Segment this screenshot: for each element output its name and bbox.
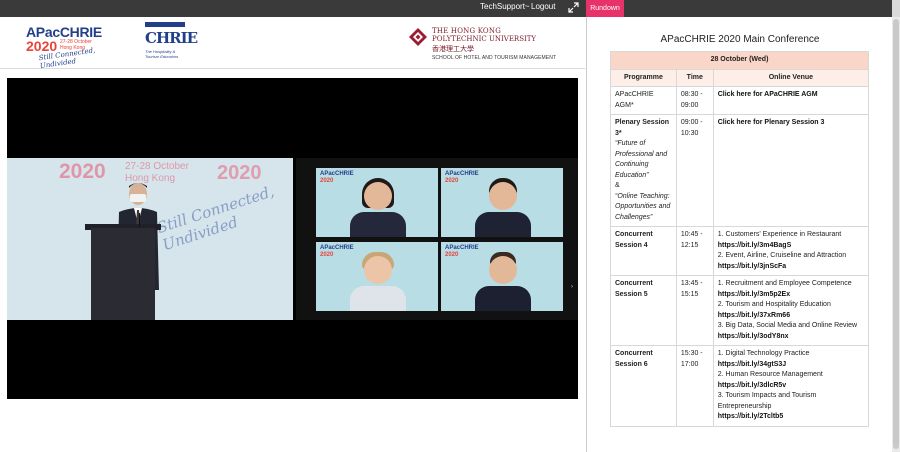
time-cell: 13:45 - 15:15 [675, 275, 714, 346]
session-label: 2. Event, Airline, Cruiseline and Attrac… [717, 252, 847, 259]
polyu-name-line1: THE HONG KONG [432, 27, 501, 35]
table-row: Concurrent Session 4 10:45 - 12:15 1. Cu… [610, 226, 870, 276]
speaker-tile: APacCHRIE 2020 [441, 168, 563, 237]
session-link[interactable]: https://bit.ly/37xRm66 [718, 311, 864, 322]
conference-title: APacCHRIE 2020 Main Conference [660, 34, 820, 45]
chrie-logo-band [145, 22, 185, 27]
chrie-logo-subtitle: The Hospitality & Tourism Educators [145, 49, 179, 59]
agm-link[interactable]: Click here for APaCHRIE AGM [718, 91, 818, 98]
session-link[interactable]: https://bit.ly/34gtS3J [718, 360, 864, 371]
programme-topic-separator: & [615, 182, 620, 189]
session-label: 2. Tourism and Hospitality Education [717, 301, 831, 308]
session-label: 1. Digital Technology Practice [717, 350, 810, 357]
logout-link[interactable]: Logout [531, 2, 555, 11]
polyu-school-name: SCHOOL OF HOTEL AND TOURISM MANAGEMENT [432, 55, 557, 61]
session-label: 3. Big Data, Social Media and Online Rev… [717, 322, 858, 329]
venue-cell: Click here for Plenary Session 3 [712, 114, 870, 227]
scrollbar-thumb[interactable] [893, 19, 899, 449]
time-cell: 15:30 - 17:00 [675, 345, 714, 427]
scrollbar-cap [892, 0, 900, 17]
time-cell: 10:45 - 12:15 [675, 226, 714, 276]
programme-topic: “Future of Professional and Continuing E… [615, 140, 668, 179]
time-cell: 08:30 - 09:00 [675, 86, 714, 115]
chevron-right-icon[interactable]: › [571, 284, 575, 290]
programme-cell: Plenary Session 3* “Future of Profession… [610, 114, 677, 227]
programme-cell: Concurrent Session 4 [610, 226, 677, 276]
venue-cell: 1. Customers' Experience in Restaurant h… [712, 226, 870, 276]
schedule-table: 28 October (Wed) Programme Time Online V… [610, 51, 870, 427]
techsupport-menu[interactable]: TechSupport~ [480, 2, 530, 11]
programme-cell: APacCHRIE AGM* [610, 86, 677, 115]
top-bar: TechSupport~ Logout Rundown [0, 0, 900, 17]
backdrop-tagline: Still Connected, Undivided [154, 182, 277, 255]
programme-name: Plenary Session 3* [615, 119, 670, 137]
rundown-panel: APacCHRIE 2020 Main Conference 28 Octobe… [586, 17, 892, 452]
session-link[interactable]: https://bit.ly/3dlcR5v [718, 381, 864, 392]
column-header-programme: Programme [610, 68, 677, 87]
backdrop-year-2: 2020 [217, 162, 262, 184]
venue-cell: 1. Recruitment and Employee Competence h… [712, 275, 870, 346]
column-header-time: Time [675, 68, 714, 87]
fullscreen-icon[interactable] [568, 2, 579, 13]
backdrop-year: 2020 [59, 160, 106, 183]
speaker-gallery: APacCHRIE 2020 APacCHRIE 2020 APacCHRIE … [296, 158, 578, 320]
polyu-name-line2: POLYTECHNIC UNIVERSITY [432, 35, 537, 43]
stage-camera-view: 2020 27-28 October Hong Kong 2020 Still C… [7, 158, 293, 320]
polyu-emblem-icon [409, 28, 427, 46]
session-link[interactable]: https://bit.ly/2Tcltb5 [718, 412, 864, 423]
apacchrie-logo: APacCHRIE 2020 27-28 October Hong Kong St… [23, 22, 128, 70]
microphone [139, 213, 140, 227]
speaker-body [350, 286, 406, 311]
table-row: Concurrent Session 5 13:45 - 15:15 1. Re… [610, 275, 870, 346]
speaker-body [475, 212, 531, 237]
speaker-body [350, 212, 406, 237]
speaker-face [489, 256, 517, 284]
rundown-tab[interactable]: Rundown [586, 0, 624, 17]
chrie-logo-text: CHRIE [145, 29, 198, 47]
speaker-tile: APacCHRIE 2020 [316, 242, 438, 311]
speaker-face [364, 256, 392, 284]
programme-cell: Concurrent Session 5 [610, 275, 677, 346]
table-row: Plenary Session 3* “Future of Profession… [610, 114, 870, 227]
session-link[interactable]: https://bit.ly/3m5p2Ex [718, 290, 864, 301]
session-link[interactable]: https://bit.ly/3jnScFa [718, 262, 864, 273]
table-row: Concurrent Session 6 15:30 - 17:00 1. Di… [610, 345, 870, 427]
scrollbar[interactable] [892, 17, 900, 452]
column-header-venue: Online Venue [712, 68, 870, 87]
table-row: APacCHRIE AGM* 08:30 - 09:00 Click here … [610, 86, 870, 115]
session-label: 2. Human Resource Management [717, 371, 823, 378]
session-label: 3. Tourism Impacts and Tourism Entrepren… [717, 392, 817, 410]
polyu-chinese-name: 香港理工大學 [432, 46, 474, 53]
session-link[interactable]: https://bit.ly/3odY8nx [718, 332, 864, 343]
session-link[interactable]: https://bit.ly/3m4BagS [718, 241, 864, 252]
venue-cell: 1. Digital Technology Practice https://b… [712, 345, 870, 427]
plenary-link[interactable]: Click here for Plenary Session 3 [718, 119, 825, 126]
speaker-face [489, 182, 517, 210]
time-cell: 09:00 - 10:30 [675, 114, 714, 227]
video-player[interactable]: 2020 27-28 October Hong Kong 2020 Still C… [7, 78, 578, 399]
chrie-logo: CHRIE The Hospitality & Tourism Educator… [143, 22, 198, 64]
podium [91, 228, 155, 320]
programme-topic: “Online Teaching: Opportunities and Chal… [615, 192, 671, 221]
session-label: 1. Recruitment and Employee Competence [717, 280, 852, 287]
logo-header: APacCHRIE 2020 27-28 October Hong Kong St… [0, 17, 585, 70]
speaker-face [364, 182, 392, 210]
session-label: 1. Customers' Experience in Restaurant [717, 231, 842, 238]
speaker-tile: APacCHRIE 2020 [441, 242, 563, 311]
speaker-body [475, 286, 531, 311]
speaker-tile: APacCHRIE 2020 [316, 168, 438, 237]
programme-cell: Concurrent Session 6 [610, 345, 677, 427]
venue-cell: Click here for APaCHRIE AGM [712, 86, 870, 115]
polyu-logo: THE HONG KONG POLYTECHNIC UNIVERSITY 香港理… [408, 25, 568, 65]
main-panel: APacCHRIE 2020 27-28 October Hong Kong St… [0, 17, 585, 452]
date-header: 28 October (Wed) [610, 51, 869, 70]
